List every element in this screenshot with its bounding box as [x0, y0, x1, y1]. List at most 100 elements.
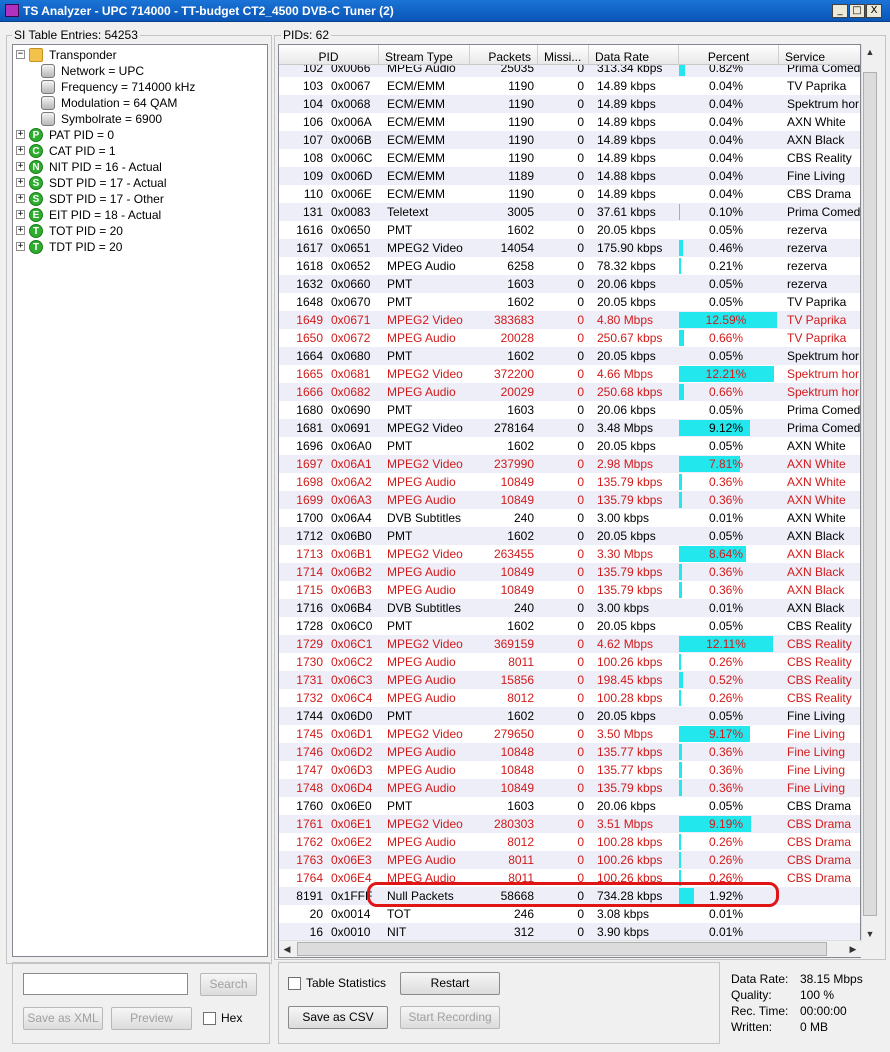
restart-button[interactable]: Restart [400, 972, 500, 995]
tree-node[interactable]: Modulation = 64 QAM [13, 95, 267, 111]
tree-node[interactable]: + S SDT PID = 17 - Other [13, 191, 267, 207]
table-row[interactable]: 1713 0x06B1 MPEG2 Video 263455 0 3.30 Mbps 8.6… [279, 545, 860, 563]
tree-node[interactable]: + S SDT PID = 17 - Actual [13, 175, 267, 191]
table-row[interactable]: 1716 0x06B4 DVB Subtitles 240 0 3.00 kbps 0.01… [279, 599, 860, 617]
expand-icon[interactable]: + [16, 162, 25, 171]
table-row[interactable]: 1714 0x06B2 MPEG Audio 10849 0 135.79 kbps 0.3… [279, 563, 860, 581]
table-row[interactable]: 1664 0x0680 PMT 1602 0 20.05 kbps 0.05% Spektru… [279, 347, 860, 365]
table-row[interactable]: 1732 0x06C4 MPEG Audio 8012 0 100.28 kbps 0.26… [279, 689, 860, 707]
table-statistics-checkbox[interactable] [288, 977, 301, 990]
table-row[interactable]: 1763 0x06E3 MPEG Audio 8011 0 100.26 kbps 0.26… [279, 851, 860, 869]
tree-node[interactable]: Network = UPC [13, 63, 267, 79]
table-row[interactable]: 1632 0x0660 PMT 1603 0 20.06 kbps 0.05% rezerva [279, 275, 860, 293]
tree-node[interactable]: + T TOT PID = 20 [13, 223, 267, 239]
table-row[interactable]: 1618 0x0652 MPEG Audio 6258 0 78.32 kbps 0.21%… [279, 257, 860, 275]
hex-checkbox[interactable] [203, 1012, 216, 1025]
vertical-scroll-thumb[interactable] [863, 72, 877, 916]
minimize-button[interactable]: _ [832, 4, 848, 18]
table-row[interactable]: 108 0x006C ECM/EMM 1190 0 14.89 kbps 0.04% CBS … [279, 149, 860, 167]
vertical-scrollbar[interactable]: ▲ ▼ [861, 44, 878, 942]
horizontal-scrollbar[interactable]: ◀ ▶ [279, 940, 861, 957]
start-recording-button[interactable]: Start Recording [400, 1006, 500, 1029]
expand-icon[interactable]: + [16, 130, 25, 139]
table-row[interactable]: 20 0x0014 TOT 246 0 3.08 kbps 0.01% [279, 905, 860, 923]
header-col-percent[interactable]: Percent [679, 45, 779, 65]
tree-node[interactable]: Frequency = 714000 kHz [13, 79, 267, 95]
table-row[interactable]: 1698 0x06A2 MPEG Audio 10849 0 135.79 kbps 0.3… [279, 473, 860, 491]
tree-node[interactable]: + E EIT PID = 18 - Actual [13, 207, 267, 223]
table-row[interactable]: 1728 0x06C0 PMT 1602 0 20.05 kbps 0.05% CBS Rea… [279, 617, 860, 635]
table-row[interactable]: 1665 0x0681 MPEG2 Video 372200 0 4.66 Mbps 12.… [279, 365, 860, 383]
collapse-icon[interactable]: − [16, 50, 25, 59]
table-row[interactable]: 1730 0x06C2 MPEG Audio 8011 0 100.26 kbps 0.26… [279, 653, 860, 671]
table-row[interactable]: 1745 0x06D1 MPEG2 Video 279650 0 3.50 Mbps 9.1… [279, 725, 860, 743]
pid-table-body[interactable]: 102 0x0066 MPEG Audio 25035 0 313.34 kbps 0.82… [279, 65, 860, 945]
header-col-data-rate[interactable]: Data Rate [589, 45, 679, 65]
scroll-left-arrow-icon[interactable]: ◀ [279, 941, 295, 957]
table-row[interactable]: 1746 0x06D2 MPEG Audio 10848 0 135.77 kbps 0.3… [279, 743, 860, 761]
table-row[interactable]: 1666 0x0682 MPEG Audio 20029 0 250.68 kbps 0.6… [279, 383, 860, 401]
expand-icon[interactable]: + [16, 194, 25, 203]
table-row[interactable]: 109 0x006D ECM/EMM 1189 0 14.88 kbps 0.04% Fine… [279, 167, 860, 185]
table-row[interactable]: 1747 0x06D3 MPEG Audio 10848 0 135.77 kbps 0.3… [279, 761, 860, 779]
expand-icon[interactable]: + [16, 242, 25, 251]
table-row[interactable]: 1761 0x06E1 MPEG2 Video 280303 0 3.51 Mbps 9.1… [279, 815, 860, 833]
table-row[interactable]: 1762 0x06E2 MPEG Audio 8012 0 100.28 kbps 0.26… [279, 833, 860, 851]
maximize-button[interactable]: □ [849, 4, 865, 18]
table-row[interactable]: 1616 0x0650 PMT 1602 0 20.05 kbps 0.05% rezerva [279, 221, 860, 239]
table-row[interactable]: 1681 0x0691 MPEG2 Video 278164 0 3.48 Mbps 9.1… [279, 419, 860, 437]
tree-node[interactable]: + P PAT PID = 0 [13, 127, 267, 143]
table-row[interactable]: 1748 0x06D4 MPEG Audio 10849 0 135.79 kbps 0.3… [279, 779, 860, 797]
scroll-right-arrow-icon[interactable]: ▶ [845, 941, 861, 957]
table-row[interactable]: 104 0x0068 ECM/EMM 1190 0 14.89 kbps 0.04% Spek… [279, 95, 860, 113]
preview-button[interactable]: Preview [111, 1007, 192, 1030]
table-row[interactable]: 102 0x0066 MPEG Audio 25035 0 313.34 kbps 0.82… [279, 65, 860, 77]
horizontal-scroll-thumb[interactable] [297, 942, 827, 956]
header-col-stream-type[interactable]: Stream Type [379, 45, 470, 65]
table-row[interactable]: 1680 0x0690 PMT 1603 0 20.06 kbps 0.05% Prima C… [279, 401, 860, 419]
search-input[interactable] [23, 973, 188, 995]
table-row[interactable]: 1744 0x06D0 PMT 1602 0 20.05 kbps 0.05% Fine Li… [279, 707, 860, 725]
close-button[interactable]: X [866, 4, 882, 18]
table-row[interactable]: 1760 0x06E0 PMT 1603 0 20.06 kbps 0.05% CBS Dra… [279, 797, 860, 815]
scroll-down-arrow-icon[interactable]: ▼ [862, 926, 878, 942]
expand-icon[interactable]: + [16, 210, 25, 219]
save-as-xml-button[interactable]: Save as XML [23, 1007, 103, 1030]
table-row[interactable]: 1712 0x06B0 PMT 1602 0 20.05 kbps 0.05% AXN Bla… [279, 527, 860, 545]
table-row[interactable]: 1729 0x06C1 MPEG2 Video 369159 0 4.62 Mbps 12.… [279, 635, 860, 653]
table-row[interactable]: 1697 0x06A1 MPEG2 Video 237990 0 2.98 Mbps 7.8… [279, 455, 860, 473]
table-row[interactable]: 1649 0x0671 MPEG2 Video 383683 0 4.80 Mbps 12.… [279, 311, 860, 329]
header-col-missing[interactable]: Missi... [538, 45, 589, 65]
si-tree[interactable]: − Transponder Network = UPC Frequency = 714… [12, 44, 268, 957]
table-row[interactable]: 1696 0x06A0 PMT 1602 0 20.05 kbps 0.05% AXN Whi… [279, 437, 860, 455]
tree-node[interactable]: + T TDT PID = 20 [13, 239, 267, 255]
pid-table[interactable]: PID Stream Type Packets Missi... Data Rate Pe… [278, 44, 861, 958]
table-row[interactable]: 8191 0x1FFF Null Packets 58668 0 734.28 kbps 1… [279, 887, 860, 905]
expand-icon[interactable]: + [16, 178, 25, 187]
header-col-pid[interactable]: PID [279, 45, 379, 65]
expand-icon[interactable]: + [16, 146, 25, 155]
tree-node[interactable]: − Transponder [13, 47, 267, 63]
scroll-up-arrow-icon[interactable]: ▲ [862, 44, 878, 60]
table-row[interactable]: 110 0x006E ECM/EMM 1190 0 14.89 kbps 0.04% CBS … [279, 185, 860, 203]
table-row[interactable]: 1617 0x0651 MPEG2 Video 14054 0 175.90 kbps 0.… [279, 239, 860, 257]
expand-icon[interactable]: + [16, 226, 25, 235]
table-row[interactable]: 1650 0x0672 MPEG Audio 20028 0 250.67 kbps 0.6… [279, 329, 860, 347]
tree-node[interactable]: + N NIT PID = 16 - Actual [13, 159, 267, 175]
table-row[interactable]: 107 0x006B ECM/EMM 1190 0 14.89 kbps 0.04% AXN … [279, 131, 860, 149]
search-button[interactable]: Search [200, 973, 257, 996]
save-as-csv-button[interactable]: Save as CSV [288, 1006, 388, 1029]
table-row[interactable]: 16 0x0010 NIT 312 0 3.90 kbps 0.01% [279, 923, 860, 941]
table-row[interactable]: 1764 0x06E4 MPEG Audio 8011 0 100.26 kbps 0.26… [279, 869, 860, 887]
tree-node[interactable]: + C CAT PID = 1 [13, 143, 267, 159]
table-row[interactable]: 1699 0x06A3 MPEG Audio 10849 0 135.79 kbps 0.3… [279, 491, 860, 509]
table-row[interactable]: 103 0x0067 ECM/EMM 1190 0 14.89 kbps 0.04% TV P… [279, 77, 860, 95]
table-row[interactable]: 1700 0x06A4 DVB Subtitles 240 0 3.00 kbps 0.01… [279, 509, 860, 527]
tree-node[interactable]: Symbolrate = 6900 [13, 111, 267, 127]
table-row[interactable]: 131 0x0083 Teletext 3005 0 37.61 kbps 0.10% Pri… [279, 203, 860, 221]
table-row[interactable]: 1648 0x0670 PMT 1602 0 20.05 kbps 0.05% TV Papr… [279, 293, 860, 311]
table-row[interactable]: 1731 0x06C3 MPEG Audio 15856 0 198.45 kbps 0.5… [279, 671, 860, 689]
table-row[interactable]: 106 0x006A ECM/EMM 1190 0 14.89 kbps 0.04% AXN … [279, 113, 860, 131]
header-col-service[interactable]: Service [779, 45, 860, 65]
table-row[interactable]: 1715 0x06B3 MPEG Audio 10849 0 135.79 kbps 0.3… [279, 581, 860, 599]
